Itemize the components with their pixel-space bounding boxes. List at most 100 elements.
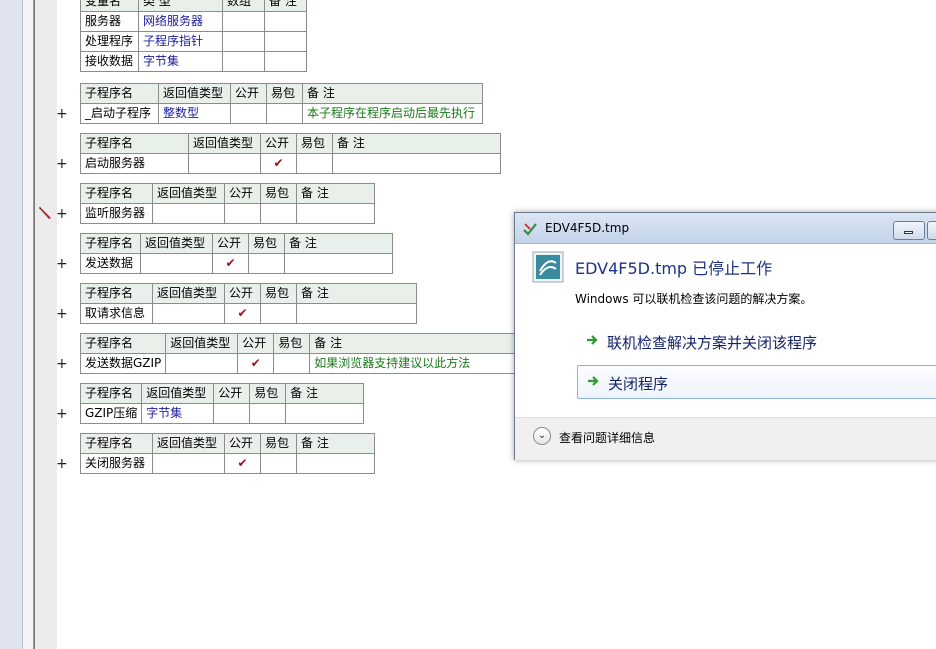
sub-header-name: 子程序名 xyxy=(80,283,153,304)
sub-name[interactable]: 启动服务器 xyxy=(80,153,189,174)
var-header-name: 变量名 xyxy=(80,0,139,12)
sub-ret[interactable] xyxy=(188,153,261,174)
sub-easy[interactable] xyxy=(260,203,297,224)
sub-easy[interactable] xyxy=(273,353,311,374)
sub-header-ret: 返回值类型 xyxy=(152,283,225,304)
expand-icon[interactable]: + xyxy=(56,307,68,321)
window-button[interactable] xyxy=(927,221,936,240)
sub-header-easy: 易包 xyxy=(273,333,311,354)
sub-header-note: 备 注 xyxy=(296,283,417,304)
sub-easy[interactable] xyxy=(260,303,297,324)
details-link[interactable]: 查看问题详细信息 xyxy=(559,429,655,446)
editor-gutter xyxy=(0,0,57,649)
sub-header-ret: 返回值类型 xyxy=(158,83,231,104)
sub-note[interactable] xyxy=(296,453,375,474)
var-note[interactable] xyxy=(264,31,307,52)
var-array[interactable] xyxy=(222,11,265,32)
sub-note[interactable] xyxy=(285,403,365,424)
sub-ret[interactable] xyxy=(152,203,225,224)
sub-easy[interactable] xyxy=(260,453,297,474)
var-name[interactable]: 服务器 xyxy=(80,11,139,32)
sub-public[interactable] xyxy=(213,403,251,424)
sub-public[interactable]: ✔ xyxy=(224,303,261,324)
sub-public[interactable]: ✔ xyxy=(212,253,249,274)
var-row[interactable]: 服务器 网络服务器 xyxy=(80,11,307,32)
var-row[interactable]: 接收数据 字节集 xyxy=(80,51,307,72)
sub-ret[interactable]: 字节集 xyxy=(141,403,215,424)
subroutine-row[interactable]: GZIP压缩 字节集 xyxy=(79,403,365,424)
var-array[interactable] xyxy=(222,51,265,72)
sub-ret[interactable]: 整数型 xyxy=(158,103,231,124)
close-program-button[interactable]: 关闭程序 xyxy=(577,365,936,399)
sub-public[interactable] xyxy=(230,103,267,124)
dialog-subtitle: Windows 可以联机检查该问题的解决方案。 xyxy=(575,292,813,306)
subroutine-table: 子程序名 返回值类型 公开 易包 备 注 _启动子程序 整数型 本子程序在程序启… xyxy=(80,83,483,124)
sub-header-ret: 返回值类型 xyxy=(141,383,215,404)
sub-name[interactable]: 取请求信息 xyxy=(80,303,153,324)
option-label: 联机检查解决方案并关闭该程序 xyxy=(607,334,818,352)
var-type[interactable]: 子程序指针 xyxy=(138,31,223,52)
sub-note[interactable]: 如果浏览器支持建议以此方法 xyxy=(309,353,521,374)
chevron-down-icon[interactable]: ⌄ xyxy=(533,427,551,445)
sub-name[interactable]: GZIP压缩 xyxy=(79,403,143,424)
minimize-button[interactable] xyxy=(893,221,925,240)
sub-note[interactable]: 本子程序在程序启动后最先执行 xyxy=(302,103,483,124)
sub-public[interactable]: ✔ xyxy=(237,353,275,374)
sub-header-easy: 易包 xyxy=(266,83,303,104)
var-row[interactable]: 处理程序 子程序指针 xyxy=(80,31,307,52)
sub-ret[interactable] xyxy=(140,253,213,274)
var-name[interactable]: 处理程序 xyxy=(80,31,139,52)
expand-icon[interactable]: + xyxy=(56,207,68,221)
subroutine-row[interactable]: 发送数据GZIP ✔ 如果浏览器支持建议以此方法 xyxy=(79,353,521,374)
subroutine-table: 子程序名 返回值类型 公开 易包 备 注 关闭服务器 ✔ xyxy=(80,433,375,474)
expand-icon[interactable]: + xyxy=(56,457,68,471)
subroutine-row[interactable]: 取请求信息 ✔ xyxy=(80,303,417,324)
var-name[interactable]: 接收数据 xyxy=(80,51,139,72)
sub-easy[interactable] xyxy=(296,153,333,174)
subroutine-row[interactable]: 发送数据 ✔ xyxy=(80,253,393,274)
sub-note[interactable] xyxy=(284,253,393,274)
subroutine-row[interactable]: _启动子程序 整数型 本子程序在程序启动后最先执行 xyxy=(80,103,483,124)
expand-icon[interactable]: + xyxy=(56,357,68,371)
subroutine-row[interactable]: 关闭服务器 ✔ xyxy=(80,453,375,474)
dialog-titlebar[interactable]: EDV4F5D.tmp xyxy=(515,213,936,244)
sub-easy[interactable] xyxy=(248,253,285,274)
expand-icon[interactable]: + xyxy=(56,107,68,121)
sub-name[interactable]: 监听服务器 xyxy=(80,203,153,224)
sub-note[interactable] xyxy=(296,303,417,324)
expand-icon[interactable]: + xyxy=(56,157,68,171)
sub-public[interactable] xyxy=(224,203,261,224)
sub-public[interactable]: ✔ xyxy=(260,153,297,174)
sub-header-name: 子程序名 xyxy=(80,83,159,104)
minimize-icon xyxy=(904,231,913,234)
subroutine-row[interactable]: 启动服务器 ✔ xyxy=(80,153,501,174)
sub-name[interactable]: _启动子程序 xyxy=(80,103,159,124)
sub-easy[interactable] xyxy=(266,103,303,124)
sub-name[interactable]: 关闭服务器 xyxy=(80,453,153,474)
sub-public[interactable]: ✔ xyxy=(224,453,261,474)
sub-name[interactable]: 发送数据 xyxy=(80,253,141,274)
sub-ret[interactable] xyxy=(165,353,239,374)
check-online-button[interactable]: 联机检查解决方案并关闭该程序 xyxy=(577,325,936,359)
sub-ret[interactable] xyxy=(152,303,225,324)
var-type[interactable]: 网络服务器 xyxy=(138,11,223,32)
sub-header-public: 公开 xyxy=(260,133,297,154)
var-header-note: 备 注 xyxy=(264,0,307,12)
expand-icon[interactable]: + xyxy=(56,407,68,421)
sub-ret[interactable] xyxy=(152,453,225,474)
sub-name[interactable]: 发送数据GZIP xyxy=(79,353,167,374)
dialog-footer: ⌄ 查看问题详细信息 xyxy=(515,417,936,460)
sub-header-note: 备 注 xyxy=(332,133,501,154)
sub-header-easy: 易包 xyxy=(249,383,287,404)
expand-icon[interactable]: + xyxy=(56,257,68,271)
var-array[interactable] xyxy=(222,31,265,52)
sub-easy[interactable] xyxy=(249,403,287,424)
sub-note[interactable] xyxy=(296,203,375,224)
subroutine-row[interactable]: 监听服务器 xyxy=(80,203,375,224)
var-type[interactable]: 字节集 xyxy=(138,51,223,72)
var-note[interactable] xyxy=(264,11,307,32)
sub-note[interactable] xyxy=(332,153,501,174)
subroutine-table: 子程序名 返回值类型 公开 易包 备 注 发送数据GZIP ✔ 如果浏览器支持建… xyxy=(79,333,521,374)
pencil-icon xyxy=(39,207,51,219)
var-note[interactable] xyxy=(264,51,307,72)
